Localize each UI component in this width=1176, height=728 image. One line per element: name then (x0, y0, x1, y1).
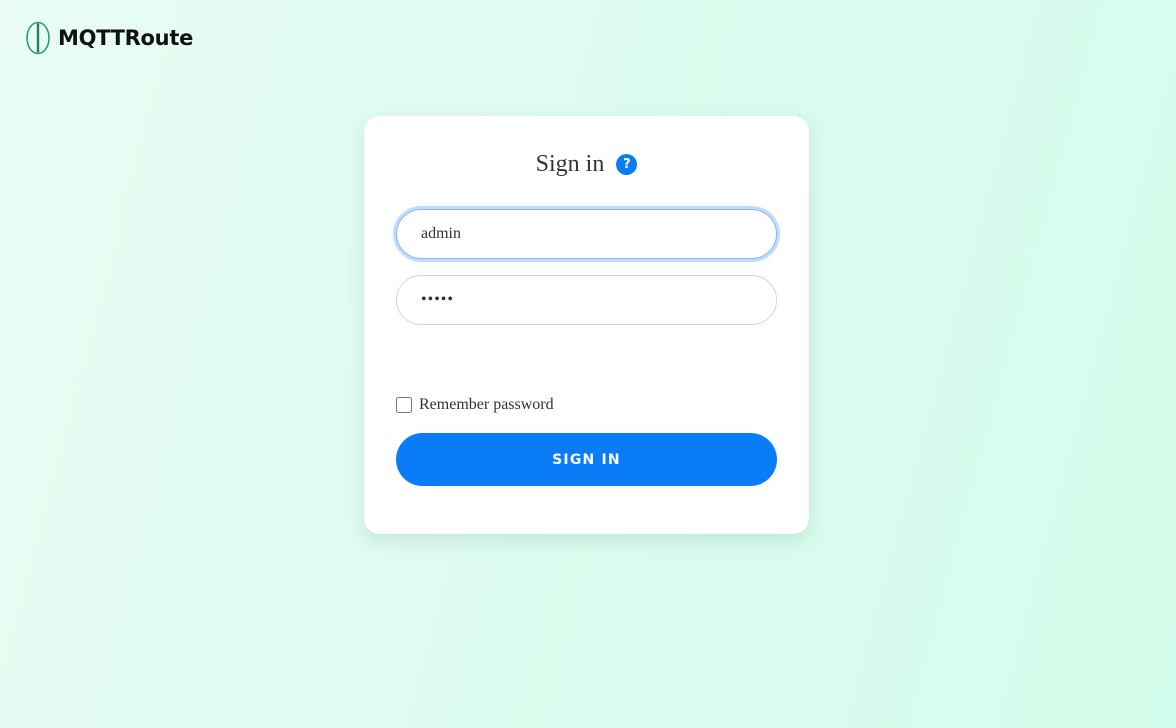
mqttroute-logo-icon (26, 21, 50, 55)
remember-password-checkbox[interactable] (396, 397, 412, 413)
sign-in-button-label: SIGN IN (552, 451, 621, 468)
sign-in-card: Sign in ? Remember password SIGN IN (364, 116, 809, 534)
sign-in-button[interactable]: SIGN IN (396, 433, 777, 486)
username-input[interactable] (396, 209, 777, 259)
help-icon[interactable]: ? (616, 153, 638, 175)
password-input[interactable] (396, 275, 777, 325)
remember-password-label[interactable]: Remember password (419, 396, 554, 414)
brand-name: MQTTRoute (58, 26, 194, 50)
remember-password-row: Remember password (396, 395, 554, 415)
card-header: Sign in ? (364, 148, 809, 180)
brand: MQTTRoute (24, 21, 193, 55)
page-title: Sign in (535, 150, 605, 177)
